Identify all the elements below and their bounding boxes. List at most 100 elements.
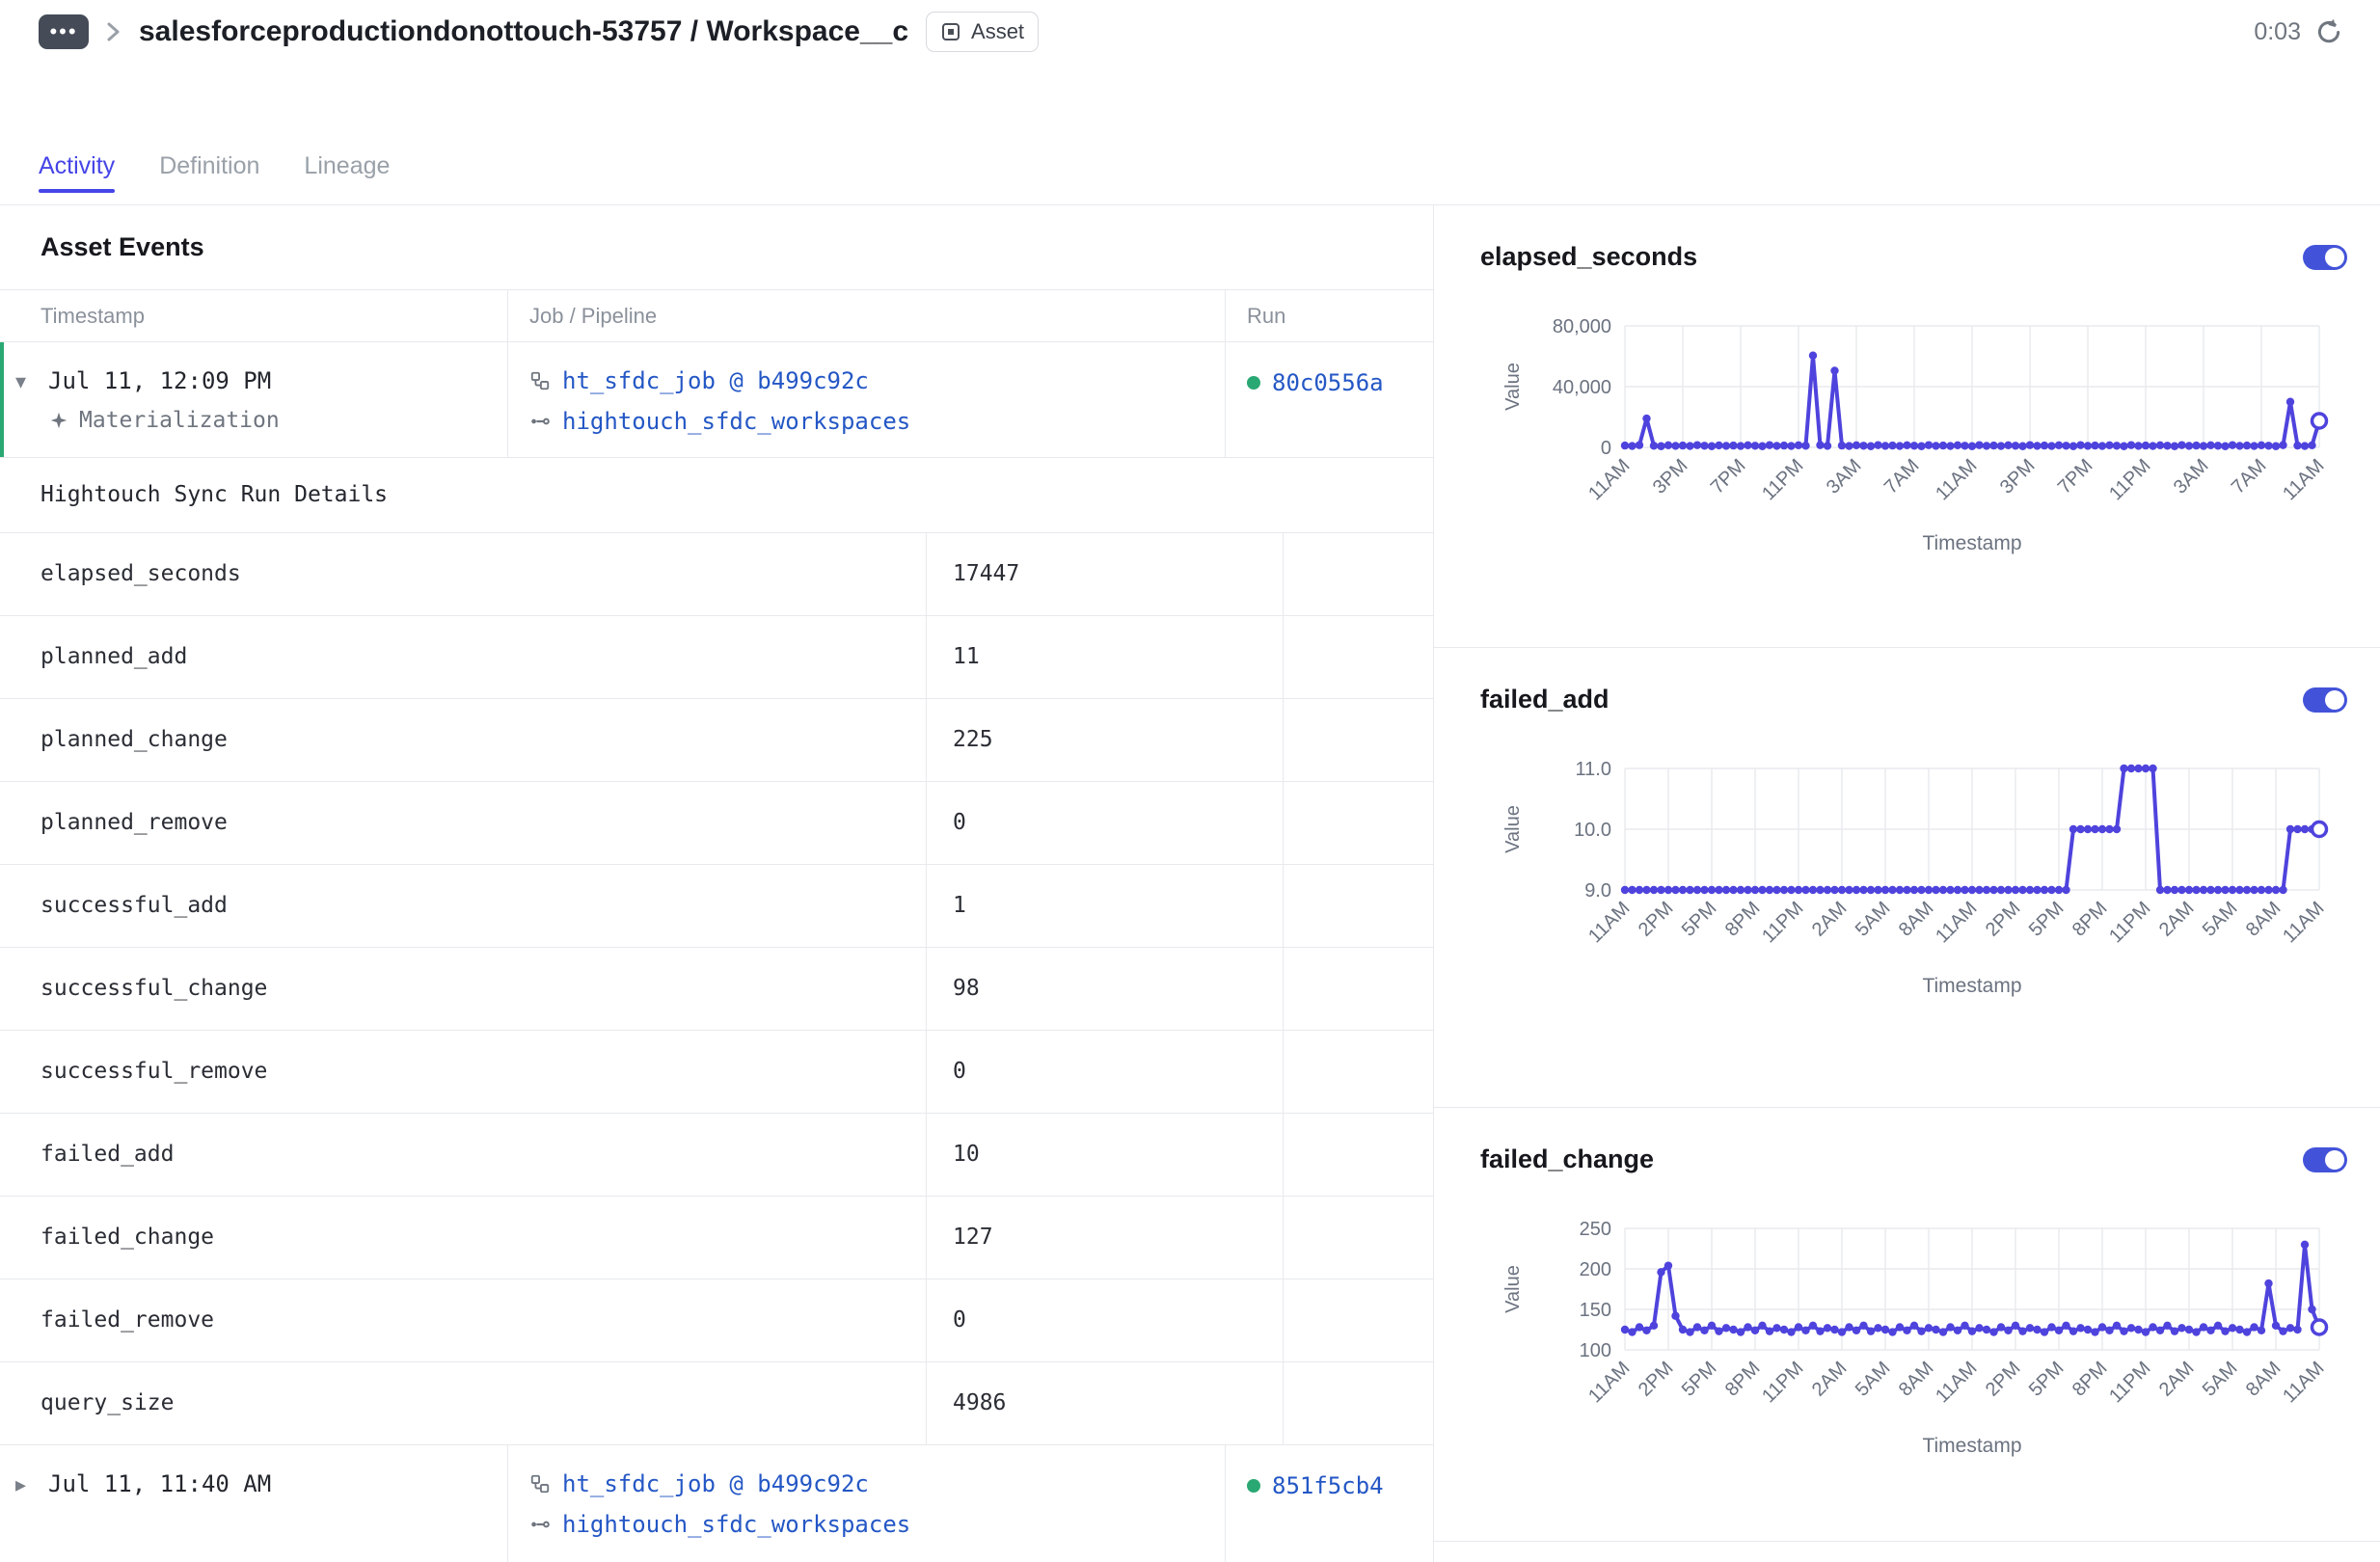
event-row[interactable]: ▾ Jul 11, 12:09 PM Materialization xyxy=(0,342,1433,457)
charts-panel: elapsed_seconds 11AM3PM7PM11PM3AM7AM11AM… xyxy=(1434,205,2380,1562)
run-status-dot xyxy=(1247,376,1260,390)
svg-text:5PM: 5PM xyxy=(1678,1358,1721,1401)
svg-text:2PM: 2PM xyxy=(1635,1358,1678,1401)
svg-text:11.0: 11.0 xyxy=(1576,759,1611,780)
svg-text:150: 150 xyxy=(1580,1300,1611,1321)
svg-text:11AM: 11AM xyxy=(2279,1358,2328,1407)
expand-caret-icon[interactable]: ▸ xyxy=(15,1472,37,1562)
column-header-run: Run xyxy=(1225,290,1433,340)
svg-text:9.0: 9.0 xyxy=(1584,880,1611,902)
details-heading: Hightouch Sync Run Details xyxy=(0,457,1433,532)
pipeline-icon xyxy=(529,411,551,432)
tab-bar: Activity Definition Lineage xyxy=(0,127,2380,205)
svg-text:7PM: 7PM xyxy=(1707,455,1750,498)
detail-row: successful_remove 0 xyxy=(0,1030,1433,1113)
svg-text:11AM: 11AM xyxy=(1584,455,1634,504)
svg-text:11PM: 11PM xyxy=(2105,1358,2154,1407)
run-id-link[interactable]: 851f5cb4 xyxy=(1272,1472,1384,1562)
chart-toggle[interactable] xyxy=(2303,687,2347,713)
svg-text:11PM: 11PM xyxy=(1758,1358,1807,1407)
svg-text:8AM: 8AM xyxy=(1895,898,1938,941)
svg-text:8PM: 8PM xyxy=(1721,1358,1765,1401)
svg-text:8PM: 8PM xyxy=(1721,898,1765,941)
refresh-icon[interactable] xyxy=(2314,17,2343,46)
detail-row: failed_add 10 xyxy=(0,1113,1433,1196)
svg-text:5PM: 5PM xyxy=(2025,1358,2069,1401)
svg-text:11AM: 11AM xyxy=(2279,455,2328,504)
svg-text:11AM: 11AM xyxy=(1932,898,1981,947)
refresh-timer: 0:03 xyxy=(2254,18,2301,46)
detail-row: successful_change 98 xyxy=(0,947,1433,1030)
svg-text:Value: Value xyxy=(1502,805,1524,853)
svg-text:11AM: 11AM xyxy=(1584,898,1634,947)
job-link[interactable]: ht_sfdc_job @ b499c92c xyxy=(562,1470,869,1497)
detail-row: planned_add 11 xyxy=(0,615,1433,698)
pipeline-link[interactable]: hightouch_sfdc_workspaces xyxy=(562,1511,910,1538)
detail-row: query_size 4986 xyxy=(0,1361,1433,1444)
chart-title: failed_change xyxy=(1480,1145,1654,1174)
svg-text:2AM: 2AM xyxy=(1808,898,1852,941)
svg-text:5AM: 5AM xyxy=(1852,898,1895,941)
toggle-knob xyxy=(2325,690,2344,710)
event-timestamp: Jul 11, 12:09 PM xyxy=(48,367,280,394)
page-title: salesforceproductiondonottouch-53757 / W… xyxy=(139,15,908,48)
detail-row: planned_change 225 xyxy=(0,698,1433,781)
svg-text:Timestamp: Timestamp xyxy=(1922,1435,2021,1457)
svg-text:5AM: 5AM xyxy=(2199,898,2242,941)
collapse-caret-icon[interactable]: ▾ xyxy=(15,369,37,457)
svg-text:5PM: 5PM xyxy=(1678,898,1721,941)
job-icon xyxy=(529,1473,551,1495)
svg-text:11PM: 11PM xyxy=(2105,898,2154,947)
svg-text:0: 0 xyxy=(1601,438,1611,459)
run-id-link[interactable]: 80c0556a xyxy=(1272,369,1384,457)
chart-section-failed-change: failed_change 11AM2PM5PM8PM11PM2AM5AM8AM… xyxy=(1434,1108,2380,1542)
svg-text:3PM: 3PM xyxy=(1996,455,2040,498)
toggle-knob xyxy=(2325,248,2344,267)
svg-text:2PM: 2PM xyxy=(1982,1358,2025,1401)
pipeline-icon xyxy=(529,1514,551,1535)
svg-text:80,000: 80,000 xyxy=(1553,316,1611,337)
asset-badge-label: Asset xyxy=(971,19,1024,44)
tab-activity[interactable]: Activity xyxy=(39,127,115,204)
charts-panel-filler xyxy=(1434,1542,2380,1562)
job-icon xyxy=(529,370,551,391)
top-bar: ••• salesforceproductiondonottouch-53757… xyxy=(0,0,2380,127)
events-table-header: Timestamp Job / Pipeline Run xyxy=(0,289,1433,341)
breadcrumb-menu-button[interactable]: ••• xyxy=(39,14,89,49)
svg-text:100: 100 xyxy=(1580,1340,1611,1361)
chevron-right-icon xyxy=(106,20,122,43)
job-link[interactable]: ht_sfdc_job @ b499c92c xyxy=(562,367,869,394)
pipeline-link[interactable]: hightouch_sfdc_workspaces xyxy=(562,408,910,435)
svg-text:Value: Value xyxy=(1502,1265,1524,1313)
svg-text:3AM: 3AM xyxy=(2170,455,2213,498)
chart-toggle[interactable] xyxy=(2303,245,2347,270)
tab-lineage[interactable]: Lineage xyxy=(304,127,390,204)
svg-text:8AM: 8AM xyxy=(1895,1358,1938,1401)
svg-text:11PM: 11PM xyxy=(1758,455,1807,504)
asset-events-heading: Asset Events xyxy=(0,205,1433,289)
detail-row: successful_add 1 xyxy=(0,864,1433,947)
toggle-knob xyxy=(2325,1150,2344,1170)
svg-text:11AM: 11AM xyxy=(2279,898,2328,947)
svg-text:2PM: 2PM xyxy=(1982,898,2025,941)
svg-text:2AM: 2AM xyxy=(1808,1358,1852,1401)
svg-text:8AM: 8AM xyxy=(2242,898,2285,941)
chart-title: elapsed_seconds xyxy=(1480,242,1697,272)
asset-icon xyxy=(940,21,961,42)
chart-toggle[interactable] xyxy=(2303,1147,2347,1172)
svg-text:3PM: 3PM xyxy=(1649,455,1692,498)
event-row[interactable]: ▸ Jul 11, 11:40 AM ht_sfdc_job @ b499c92… xyxy=(0,1444,1433,1562)
chart-section-elapsed-seconds: elapsed_seconds 11AM3PM7PM11PM3AM7AM11AM… xyxy=(1434,205,2380,648)
svg-text:3AM: 3AM xyxy=(1823,455,1866,498)
failed-add-chart: 11AM2PM5PM8PM11PM2AM5AM8AM11AM2PM5PM8PM1… xyxy=(1480,743,2339,1004)
column-header-timestamp: Timestamp xyxy=(0,304,507,329)
svg-text:11PM: 11PM xyxy=(2105,455,2154,504)
run-status-dot xyxy=(1247,1479,1260,1493)
svg-text:11AM: 11AM xyxy=(1932,455,1981,504)
svg-text:5AM: 5AM xyxy=(2199,1358,2242,1401)
svg-text:2PM: 2PM xyxy=(1635,898,1678,941)
detail-row: failed_change 127 xyxy=(0,1196,1433,1279)
svg-text:2AM: 2AM xyxy=(2155,898,2199,941)
tab-definition[interactable]: Definition xyxy=(159,127,259,204)
svg-text:11AM: 11AM xyxy=(1584,1358,1634,1407)
